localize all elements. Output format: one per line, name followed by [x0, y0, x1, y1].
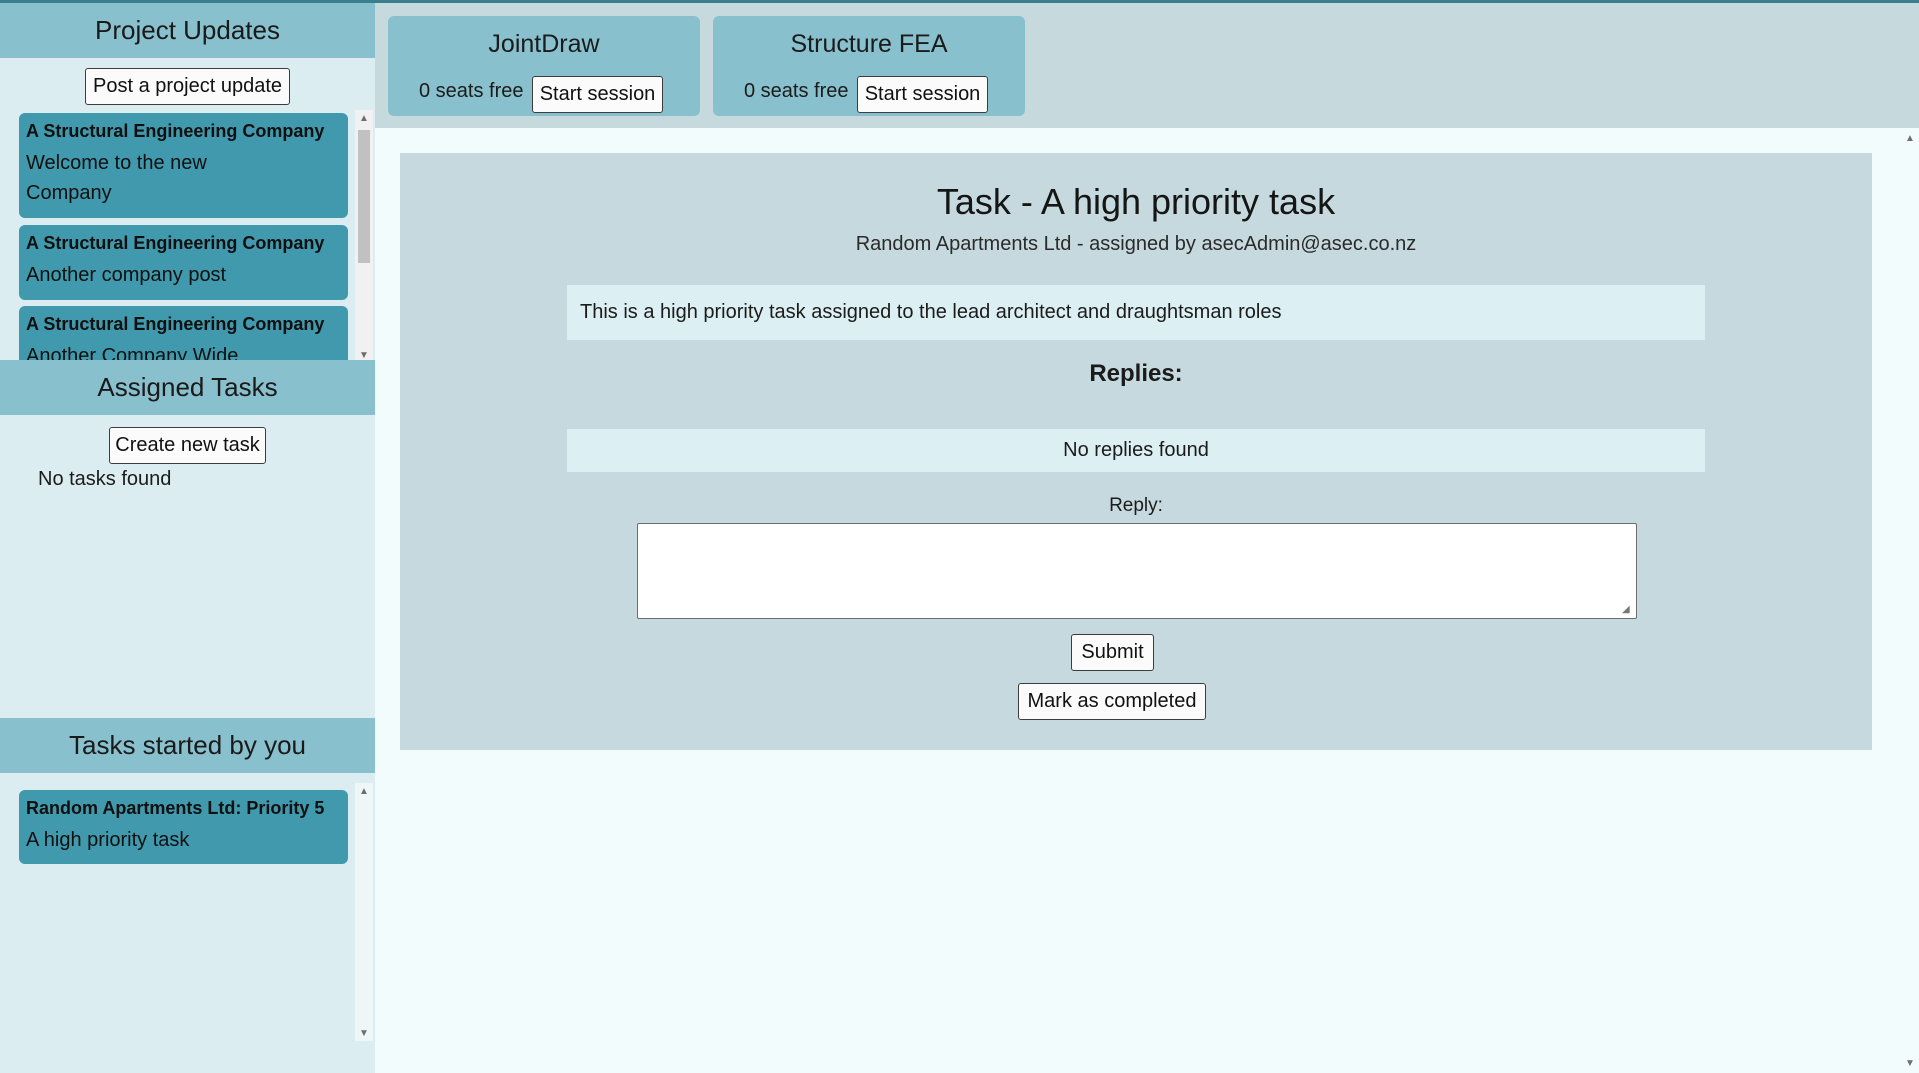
no-replies-text: No replies found [1063, 439, 1209, 461]
project-update-text: Another company post [26, 264, 227, 286]
started-task-card[interactable]: Random Apartments Ltd: Priority 5 A high… [19, 790, 348, 864]
license-name: Structure FEA [790, 30, 948, 58]
project-updates-scrollbar[interactable]: ▲ ▼ [355, 110, 373, 363]
license-name: JointDraw [488, 30, 600, 58]
task-subtitle: Random Apartments Ltd - assigned by asec… [855, 233, 1417, 255]
project-update-company: A Structural Engineering Company [26, 121, 325, 141]
scroll-down-icon[interactable]: ▼ [1901, 1055, 1919, 1071]
license-card-structure-fea: Structure FEA 0 seats free Start session [713, 16, 1025, 116]
post-project-update-button[interactable]: Post a project update [85, 68, 290, 105]
tasks-started-list[interactable]: Random Apartments Ltd: Priority 5 A high… [0, 783, 375, 1041]
assigned-tasks-header: Assigned Tasks [0, 360, 375, 415]
started-task-text: A high priority task [26, 829, 190, 851]
main-content: Task - A high priority task Random Apart… [375, 128, 1919, 1073]
scroll-up-icon[interactable]: ▲ [355, 783, 373, 799]
project-update-text: Welcome to the new Company [26, 152, 207, 204]
reply-textarea[interactable] [637, 523, 1637, 619]
resize-grip-icon[interactable]: ◢ [1622, 604, 1634, 616]
project-update-company: A Structural Engineering Company [26, 233, 325, 253]
task-description-text: This is a high priority task assigned to… [580, 301, 1282, 323]
reply-label: Reply: [1109, 495, 1163, 516]
no-replies-box: No replies found [567, 429, 1705, 472]
scroll-up-icon[interactable]: ▲ [1901, 130, 1919, 146]
project-update-company: A Structural Engineering Company [26, 314, 325, 334]
task-description: This is a high priority task assigned to… [567, 285, 1705, 340]
task-detail-panel: Task - A high priority task Random Apart… [400, 153, 1872, 750]
project-updates-list[interactable]: A Structural Engineering Company Welcome… [0, 110, 375, 363]
sidebar: Project Updates Post a project update A … [0, 3, 375, 1073]
license-seats: 0 seats free [744, 80, 849, 102]
license-seats: 0 seats free [419, 80, 524, 102]
assigned-tasks-title: Assigned Tasks [97, 372, 278, 402]
license-card-jointdraw: JointDraw 0 seats free Start session [388, 16, 700, 116]
start-session-button[interactable]: Start session [532, 76, 663, 113]
project-updates-header: Project Updates [0, 3, 375, 58]
tasks-started-scrollbar[interactable]: ▲ ▼ [355, 783, 373, 1041]
submit-reply-button[interactable]: Submit [1071, 634, 1154, 671]
scroll-thumb[interactable] [358, 130, 370, 263]
started-task-heading: Random Apartments Ltd: Priority 5 [26, 798, 325, 818]
mark-completed-button[interactable]: Mark as completed [1018, 683, 1206, 720]
start-session-button[interactable]: Start session [857, 76, 988, 113]
project-update-card[interactable]: A Structural Engineering Company Another… [19, 306, 348, 363]
tasks-started-title: Tasks started by you [69, 730, 306, 760]
project-updates-title: Project Updates [95, 15, 280, 45]
assigned-tasks-empty: No tasks found [38, 468, 172, 490]
license-bar: JointDraw 0 seats free Start session Str… [375, 3, 1919, 128]
main-scrollbar[interactable]: ▲ ▼ [1901, 128, 1919, 1073]
project-update-card[interactable]: A Structural Engineering Company Another… [19, 225, 348, 300]
tasks-started-header: Tasks started by you [0, 718, 375, 773]
project-update-card[interactable]: A Structural Engineering Company Welcome… [19, 113, 348, 218]
scroll-up-icon[interactable]: ▲ [355, 110, 373, 126]
create-new-task-button[interactable]: Create new task [109, 427, 266, 464]
task-title: Task - A high priority task [936, 181, 1336, 222]
replies-heading: Replies: [1089, 360, 1183, 387]
scroll-down-icon[interactable]: ▼ [355, 1025, 373, 1041]
